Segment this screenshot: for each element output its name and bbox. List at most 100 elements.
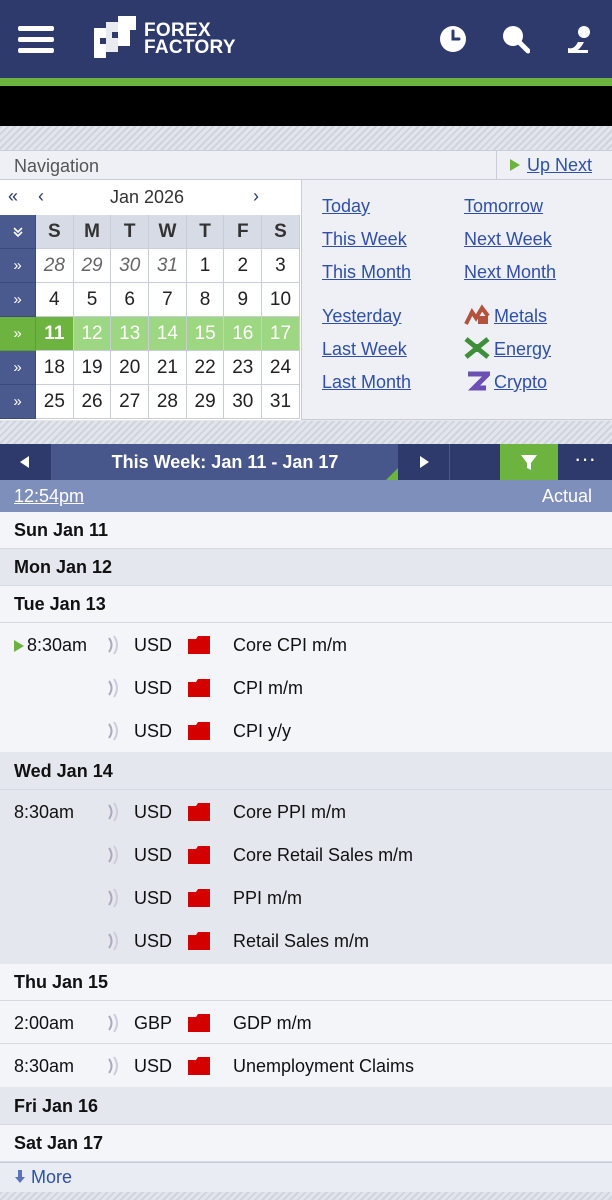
week-select-button[interactable]: »: [0, 351, 36, 385]
prev-year-button[interactable]: «: [8, 186, 18, 207]
calendar-day[interactable]: 26: [73, 385, 112, 419]
search-icon[interactable]: [500, 24, 530, 54]
crypto-link[interactable]: Crypto: [494, 372, 547, 393]
menu-icon[interactable]: [18, 26, 54, 54]
calendar-day[interactable]: 3: [262, 249, 300, 283]
sound-wave-icon[interactable]: [106, 802, 120, 822]
filter-button[interactable]: [500, 444, 558, 480]
week-select-button[interactable]: »: [0, 283, 36, 317]
week-select-button[interactable]: »: [0, 385, 36, 419]
high-impact-folder-icon[interactable]: [188, 803, 210, 821]
calendar-day[interactable]: 15: [186, 317, 225, 351]
calendar-day[interactable]: 10: [262, 283, 300, 317]
high-impact-folder-icon[interactable]: [188, 1014, 210, 1032]
week-select-button-current[interactable]: »: [0, 317, 36, 351]
user-icon[interactable]: [564, 24, 594, 54]
calendar-day[interactable]: 17: [262, 317, 300, 351]
calendar-day[interactable]: 9: [224, 283, 263, 317]
more-options-button[interactable]: ···: [558, 444, 612, 480]
today-link[interactable]: Today: [322, 196, 370, 217]
sound-wave-icon[interactable]: [106, 635, 120, 655]
calendar-day[interactable]: 8: [186, 283, 225, 317]
event-name[interactable]: Core PPI m/m: [233, 802, 346, 823]
calendar-day[interactable]: 24: [262, 351, 300, 385]
calendar-day[interactable]: 31: [149, 249, 187, 283]
sound-wave-icon[interactable]: [106, 678, 120, 698]
event-row[interactable]: 8:30am USD Core CPI m/m: [0, 623, 612, 666]
calendar-day[interactable]: 6: [111, 283, 150, 317]
sound-wave-icon[interactable]: [106, 845, 120, 865]
event-row[interactable]: 8:30am USD Unemployment Claims: [0, 1044, 612, 1087]
sound-wave-icon[interactable]: [106, 1013, 120, 1033]
prev-week-button[interactable]: [0, 444, 52, 480]
week-select-button[interactable]: »: [0, 249, 36, 283]
next-month-link[interactable]: Next Month: [464, 262, 556, 283]
next-month-button[interactable]: ›: [253, 186, 259, 207]
event-name[interactable]: CPI y/y: [233, 721, 291, 742]
forex-factory-logo[interactable]: FOREX FACTORY: [92, 16, 242, 60]
event-name[interactable]: Core Retail Sales m/m: [233, 845, 413, 866]
event-row[interactable]: 2:00am GBP GDP m/m: [0, 1001, 612, 1044]
next-week-button[interactable]: [398, 444, 450, 480]
calendar-day[interactable]: 14: [149, 317, 187, 351]
clock-icon[interactable]: [438, 24, 468, 54]
high-impact-folder-icon[interactable]: [188, 722, 210, 740]
high-impact-folder-icon[interactable]: [188, 932, 210, 950]
calendar-day[interactable]: 4: [36, 283, 74, 317]
event-name[interactable]: GDP m/m: [233, 1013, 312, 1034]
high-impact-folder-icon[interactable]: [188, 889, 210, 907]
calendar-day[interactable]: 2: [224, 249, 263, 283]
event-row[interactable]: USD CPI y/y: [0, 709, 612, 752]
calendar-day[interactable]: 29: [73, 249, 112, 283]
current-time-link[interactable]: 12:54pm: [14, 486, 84, 507]
calendar-day[interactable]: 20: [111, 351, 150, 385]
event-name[interactable]: PPI m/m: [233, 888, 302, 909]
event-name[interactable]: Unemployment Claims: [233, 1056, 414, 1077]
calendar-day[interactable]: 23: [224, 351, 263, 385]
calendar-day[interactable]: 31: [262, 385, 300, 419]
energy-link[interactable]: Energy: [494, 339, 551, 360]
up-next-link[interactable]: Up Next: [496, 151, 612, 179]
event-name[interactable]: Retail Sales m/m: [233, 931, 369, 952]
calendar-day[interactable]: 21: [149, 351, 187, 385]
event-row[interactable]: USD CPI m/m: [0, 666, 612, 709]
calendar-day[interactable]: 19: [73, 351, 112, 385]
calendar-day[interactable]: 27: [111, 385, 150, 419]
next-week-link[interactable]: Next Week: [464, 229, 552, 250]
calendar-day[interactable]: 16: [224, 317, 263, 351]
last-week-link[interactable]: Last Week: [322, 339, 407, 360]
event-row[interactable]: USD PPI m/m: [0, 876, 612, 919]
calendar-day[interactable]: 29: [186, 385, 225, 419]
metals-link[interactable]: Metals: [494, 306, 547, 327]
calendar-day[interactable]: 7: [149, 283, 187, 317]
calendar-day[interactable]: 13: [111, 317, 150, 351]
calendar-day[interactable]: 30: [111, 249, 150, 283]
this-week-link[interactable]: This Week: [322, 229, 407, 250]
week-title[interactable]: This Week: Jan 11 - Jan 17: [52, 444, 398, 480]
event-row[interactable]: USD Retail Sales m/m: [0, 919, 612, 962]
calendar-day[interactable]: 28: [149, 385, 187, 419]
tomorrow-link[interactable]: Tomorrow: [464, 196, 543, 217]
event-name[interactable]: CPI m/m: [233, 678, 303, 699]
calendar-day[interactable]: 12: [73, 317, 112, 351]
yesterday-link[interactable]: Yesterday: [322, 306, 401, 327]
sound-wave-icon[interactable]: [106, 931, 120, 951]
high-impact-folder-icon[interactable]: [188, 1057, 210, 1075]
sound-wave-icon[interactable]: [106, 721, 120, 741]
calendar-day[interactable]: 28: [36, 249, 74, 283]
more-link[interactable]: More: [14, 1167, 72, 1188]
high-impact-folder-icon[interactable]: [188, 679, 210, 697]
calendar-day[interactable]: 25: [36, 385, 74, 419]
sound-wave-icon[interactable]: [106, 888, 120, 908]
calendar-day[interactable]: 5: [73, 283, 112, 317]
last-month-link[interactable]: Last Month: [322, 372, 411, 393]
prev-month-button[interactable]: ‹: [38, 186, 44, 207]
sound-wave-icon[interactable]: [106, 1056, 120, 1076]
calendar-day[interactable]: 22: [186, 351, 225, 385]
calendar-day[interactable]: 1: [186, 249, 225, 283]
high-impact-folder-icon[interactable]: [188, 846, 210, 864]
event-row[interactable]: USD Core Retail Sales m/m: [0, 833, 612, 876]
event-row[interactable]: 8:30am USD Core PPI m/m: [0, 790, 612, 833]
calendar-day-today[interactable]: 11: [36, 317, 74, 351]
event-name[interactable]: Core CPI m/m: [233, 635, 347, 656]
